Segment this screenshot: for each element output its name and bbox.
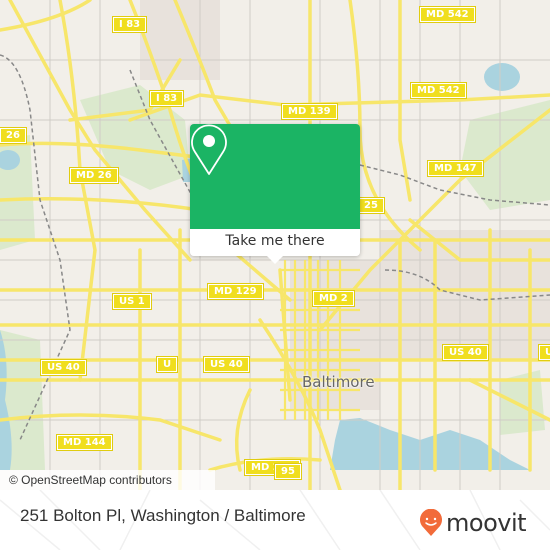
road-shield: I 83 bbox=[148, 90, 185, 107]
popup-pointer bbox=[267, 256, 283, 264]
road-shield: MD 129 bbox=[207, 283, 264, 300]
location-pin-icon bbox=[191, 124, 227, 175]
moovit-logo[interactable]: moovit bbox=[419, 509, 527, 537]
road-shield: US 40 bbox=[40, 359, 87, 376]
address-text: 251 Bolton Pl, Washington / Baltimore bbox=[20, 506, 306, 525]
road-shield: MD 26 bbox=[69, 167, 119, 184]
road-shield: U bbox=[155, 356, 179, 373]
road-shield: MD 542 bbox=[410, 82, 467, 99]
road-shield: 26 bbox=[0, 127, 27, 144]
popup-header bbox=[190, 124, 360, 229]
location-popup[interactable]: Take me there bbox=[190, 124, 360, 264]
road-shield: US 1 bbox=[112, 293, 152, 310]
road-shield: US 40 bbox=[203, 356, 250, 373]
road-shield: 25 bbox=[357, 197, 385, 214]
take-me-there-button[interactable]: Take me there bbox=[190, 229, 360, 256]
road-shield: MD 139 bbox=[281, 103, 338, 120]
city-label: Baltimore bbox=[302, 373, 375, 391]
road-shield: MD 542 bbox=[419, 6, 476, 23]
road-shield: US 40 bbox=[442, 344, 489, 361]
road-shield: MD 147 bbox=[427, 160, 484, 177]
road-shield: MD 144 bbox=[56, 434, 113, 451]
road-shield: I 83 bbox=[111, 16, 148, 33]
map-attribution[interactable]: © OpenStreetMap contributors bbox=[0, 470, 215, 490]
moovit-wordmark: moovit bbox=[446, 509, 527, 537]
map[interactable]: I 83 I 83 MD 542 MD 542 MD 139 26 MD 26 … bbox=[0, 0, 550, 490]
road-shield: U bbox=[537, 344, 550, 361]
road-shield: MD 2 bbox=[312, 290, 355, 307]
moovit-pin-icon bbox=[420, 509, 442, 536]
road-shield: 95 bbox=[274, 463, 302, 480]
